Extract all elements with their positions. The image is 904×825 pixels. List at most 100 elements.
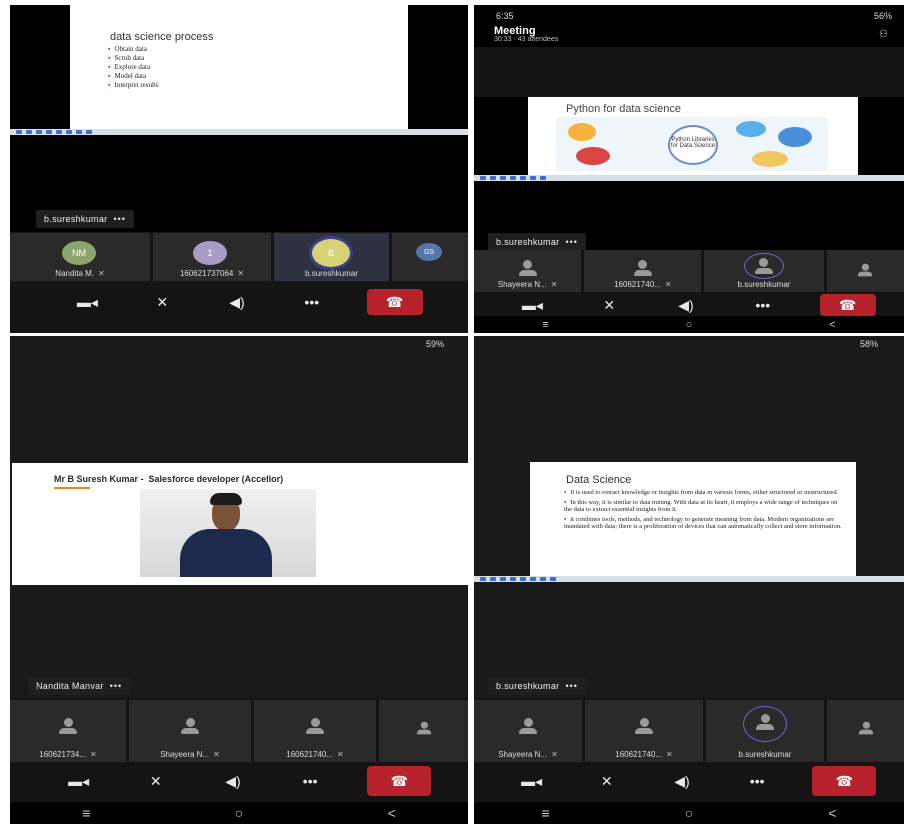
person-icon <box>754 258 774 274</box>
bullet: Explore data <box>108 63 159 72</box>
bullet: Model data <box>108 72 159 81</box>
slide-title: Mr B Suresh Kumar - Salesforce developer… <box>54 474 284 484</box>
speaker-icon[interactable]: ◀) <box>217 294 257 311</box>
home-icon[interactable]: ○ <box>685 805 693 821</box>
participant-name: 160621740... <box>615 750 662 759</box>
more-options-button[interactable]: ••• <box>743 297 783 313</box>
battery-level: 58% <box>859 339 878 349</box>
participant-strip: 160621734... ✕ Shayeera N... ✕ 160621740..… <box>10 700 468 762</box>
mic-muted-icon: ✕ <box>90 750 97 759</box>
home-icon[interactable]: ○ <box>686 319 693 331</box>
participant-tile-active[interactable]: B b.sureshkumar <box>274 233 389 281</box>
mic-muted-icon: ✕ <box>337 750 344 759</box>
participant-name: 160621740... <box>286 750 333 759</box>
recents-icon[interactable]: ≡ <box>542 805 550 821</box>
participant-tile-active[interactable]: b.sureshkumar <box>706 700 824 762</box>
participant-tile[interactable]: Shayeera N... ✕ <box>474 250 582 292</box>
avatar: GS <box>416 243 442 261</box>
mic-off-icon[interactable]: ✕ <box>589 297 629 314</box>
speaker-icon[interactable]: ◀) <box>662 773 702 790</box>
participant-tile[interactable]: 160621734... ✕ <box>10 700 126 762</box>
android-nav-bar: ≡ ○ < <box>474 317 904 333</box>
presenter-name-chip[interactable]: b.sureshkumar ••• <box>36 210 134 228</box>
shared-slide: Python for data science Python Libraries… <box>528 97 858 177</box>
meeting-screen-1: data science process Obtain data Scrub d… <box>10 5 468 333</box>
presenter-name-chip[interactable]: Nandita Manvar ••• <box>28 677 131 695</box>
participant-tile[interactable]: 160621740... ✕ <box>584 250 702 292</box>
speaker-icon[interactable]: ◀) <box>213 773 253 790</box>
phone-hangup-icon: ☎ <box>385 293 404 310</box>
participant-name: 160621740... <box>614 280 661 289</box>
windows-taskbar <box>474 576 904 582</box>
participant-tile[interactable] <box>827 700 904 762</box>
person-icon <box>305 718 325 734</box>
library-bubble <box>752 151 788 167</box>
participant-tile[interactable]: 160621740... ✕ <box>585 700 703 762</box>
participant-tile[interactable]: Shayeera N... ✕ <box>129 700 251 762</box>
clock: 6:35 <box>496 11 514 21</box>
participant-tile[interactable]: 160621740... ✕ <box>254 700 376 762</box>
meeting-subtitle: 30:33 · 43 attendees <box>494 36 559 43</box>
participant-name: 160621734... <box>39 750 86 759</box>
recents-icon[interactable]: ≡ <box>542 319 548 331</box>
end-call-button[interactable]: ☎ <box>812 766 877 796</box>
bullet: it combines tools, methods, and technolo… <box>564 516 844 531</box>
mic-off-icon[interactable]: ✕ <box>136 773 176 790</box>
participant-tile[interactable] <box>826 250 904 292</box>
more-options-button[interactable]: ••• <box>737 773 777 789</box>
end-call-button[interactable]: ☎ <box>367 766 432 796</box>
presenter-name-chip[interactable]: b.sureshkumar ••• <box>488 233 586 251</box>
more-options-button[interactable]: ••• <box>292 294 332 310</box>
person-icon <box>518 718 538 734</box>
participant-name: 160621737064 <box>179 269 234 278</box>
video-area <box>474 47 904 97</box>
participant-tile[interactable] <box>379 700 468 762</box>
mic-muted-icon: ✕ <box>550 280 558 289</box>
mic-muted-icon: ✕ <box>237 269 245 278</box>
slide-bullets: It is used to extract knowledge or insig… <box>564 489 844 531</box>
participant-name: Shayeera N... <box>497 280 547 289</box>
bullet: In this way, it is similar to data minin… <box>564 499 844 514</box>
android-nav-bar: ≡ ○ < <box>10 802 468 824</box>
call-controls: ▬◂ ✕ ◀) ••• ☎ <box>494 293 894 317</box>
participant-name: Shayeera N... <box>498 750 548 759</box>
slide-title: Python for data science <box>566 103 681 115</box>
slide-title: Data Science <box>566 474 632 486</box>
presenter-name-chip[interactable]: b.sureshkumar ••• <box>488 677 586 695</box>
participant-tile[interactable]: GS <box>392 233 468 281</box>
home-icon[interactable]: ○ <box>235 805 243 821</box>
mic-muted-icon: ✕ <box>664 280 672 289</box>
photo-hair <box>210 493 242 505</box>
participant-name: Nandita M. <box>55 269 94 278</box>
person-icon <box>858 721 874 735</box>
camera-off-icon[interactable]: ▬◂ <box>67 294 107 311</box>
recents-icon[interactable]: ≡ <box>82 805 90 821</box>
participant-name: b.sureshkumar <box>738 750 792 759</box>
bullet: Scrub data <box>108 54 159 63</box>
avatar: 1 <box>193 241 227 265</box>
camera-off-icon[interactable]: ▬◂ <box>59 773 99 790</box>
screenshot-collage: data science process Obtain data Scrub d… <box>0 0 904 825</box>
people-icon[interactable]: ⚇ <box>879 29 888 40</box>
android-nav-bar: ≡ ○ < <box>474 802 904 824</box>
camera-off-icon[interactable]: ▬◂ <box>512 773 552 790</box>
participant-tile[interactable]: 1 160621737064 ✕ <box>153 233 271 281</box>
speaker-icon[interactable]: ◀) <box>666 297 706 314</box>
avatar: B <box>312 239 350 267</box>
end-call-button[interactable]: ☎ <box>819 294 876 316</box>
meeting-screen-2: 6:35 56% Meeting 30:33 · 43 attendees ⚇ … <box>474 5 904 333</box>
more-options-button[interactable]: ••• <box>290 773 330 789</box>
person-icon <box>857 263 873 277</box>
camera-off-icon[interactable]: ▬◂ <box>512 297 552 314</box>
back-icon[interactable]: < <box>388 805 396 821</box>
battery-level: 56% <box>873 11 892 21</box>
back-icon[interactable]: < <box>828 805 836 821</box>
end-call-button[interactable]: ☎ <box>366 289 423 315</box>
mic-off-icon[interactable]: ✕ <box>142 294 182 311</box>
participant-strip: Shayeera N... ✕ 160621740... ✕ b.sureshkum… <box>474 700 904 762</box>
mic-off-icon[interactable]: ✕ <box>587 773 627 790</box>
participant-tile-active[interactable]: b.sureshkumar <box>704 250 824 292</box>
back-icon[interactable]: < <box>829 319 835 331</box>
participant-tile[interactable]: Shayeera N... ✕ <box>474 700 582 762</box>
participant-tile[interactable]: NM Nandita M. ✕ <box>10 233 150 281</box>
